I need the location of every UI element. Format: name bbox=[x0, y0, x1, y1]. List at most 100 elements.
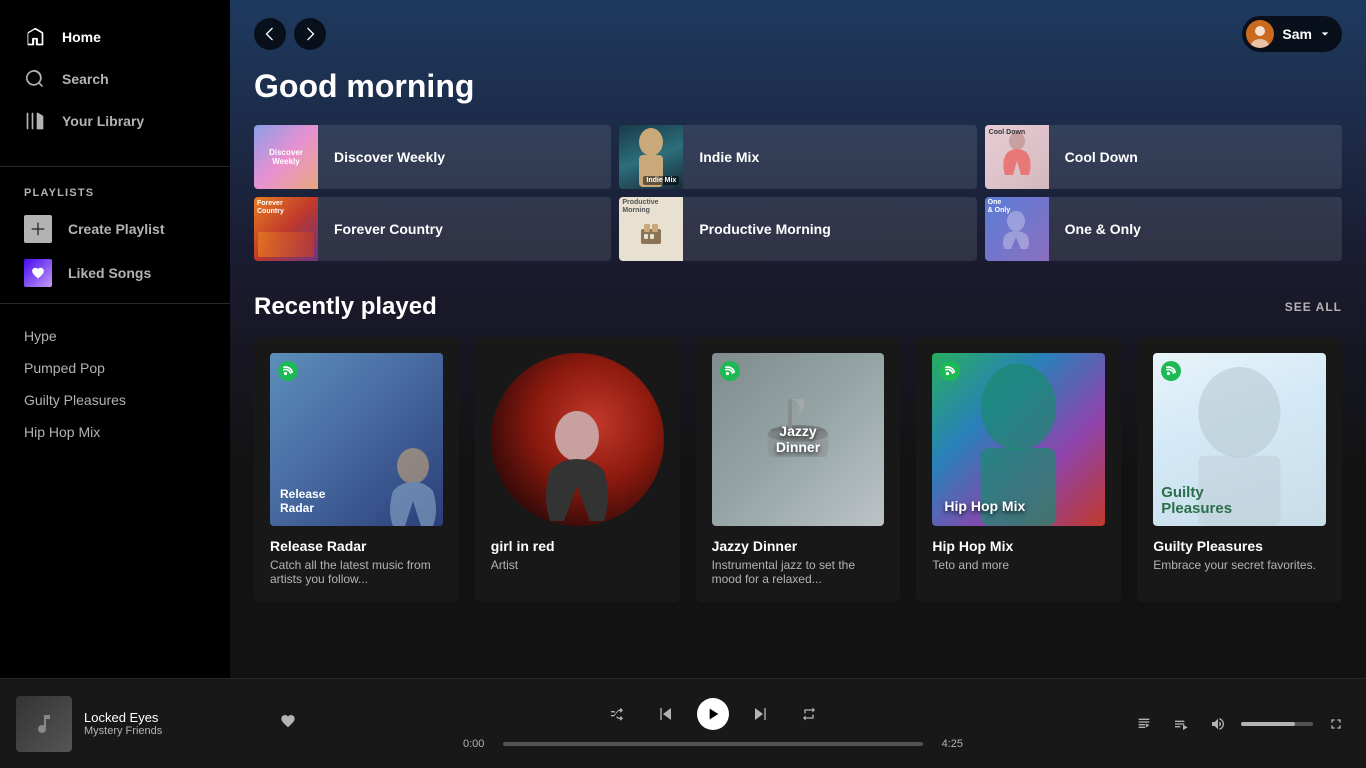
greeting-heading: Good morning bbox=[254, 68, 1342, 105]
discover-weekly-name: Discover Weekly bbox=[318, 149, 461, 165]
progress-bar-wrap: 0:00 4:25 bbox=[463, 738, 963, 750]
liked-songs-icon bbox=[24, 259, 52, 287]
create-playlist-icon bbox=[24, 215, 52, 243]
indie-mix-name: Indie Mix bbox=[683, 149, 775, 165]
guilty-pleasures-subtitle: Embrace your secret favorites. bbox=[1153, 558, 1326, 572]
home-icon bbox=[24, 26, 46, 48]
liked-songs-item[interactable]: Liked Songs bbox=[0, 251, 230, 295]
lyrics-button[interactable] bbox=[1130, 708, 1159, 740]
shuffle-button[interactable] bbox=[601, 698, 633, 730]
forward-button[interactable] bbox=[294, 18, 326, 50]
volume-button[interactable] bbox=[1204, 708, 1233, 740]
one-only-thumb: One& Only bbox=[985, 197, 1049, 261]
hip-hop-mix-title: Hip Hop Mix bbox=[932, 538, 1105, 554]
create-playlist-item[interactable]: Create Playlist bbox=[0, 207, 230, 251]
current-time: 0:00 bbox=[463, 738, 495, 750]
chevron-down-icon bbox=[1320, 29, 1330, 39]
featured-item-cool-down[interactable]: Cool Down Cool Down bbox=[985, 125, 1342, 189]
productive-morning-thumb: ProductiveMorning bbox=[619, 197, 683, 261]
back-button[interactable] bbox=[254, 18, 286, 50]
player-artist: Mystery Friends bbox=[84, 725, 268, 737]
repeat-button[interactable] bbox=[793, 698, 825, 730]
recently-played-header: Recently played SEE ALL bbox=[254, 293, 1342, 321]
indie-mix-thumb: Indie Mix bbox=[619, 125, 683, 189]
player-center: 0:00 4:25 bbox=[296, 698, 1130, 750]
content-area: Good morning Discover Weekly Discover We… bbox=[230, 68, 1366, 626]
recently-played-grid: ReleaseRadar Release Radar Catch all the… bbox=[254, 337, 1342, 602]
jazzy-dinner-badge bbox=[720, 361, 740, 386]
volume-fill bbox=[1241, 722, 1295, 726]
app-layout: Home Search Your Library PLAYLISTS Cre bbox=[0, 0, 1366, 678]
play-pause-button[interactable] bbox=[697, 698, 729, 730]
playlists-section-label: PLAYLISTS bbox=[0, 175, 230, 207]
girl-in-red-title: girl in red bbox=[491, 538, 664, 554]
featured-playlist-grid: Discover Weekly Discover Weekly bbox=[254, 125, 1342, 261]
guilty-pleasures-title: Guilty Pleasures bbox=[1153, 538, 1326, 554]
search-icon bbox=[24, 68, 46, 90]
featured-item-indie-mix[interactable]: Indie Mix Indie Mix bbox=[619, 125, 976, 189]
sidebar-playlist-hip-hop-mix[interactable]: Hip Hop Mix bbox=[0, 416, 230, 448]
cool-down-name: Cool Down bbox=[1049, 149, 1154, 165]
sidebar-divider-1 bbox=[0, 166, 230, 167]
volume-bar[interactable] bbox=[1241, 722, 1313, 726]
release-radar-subtitle: Catch all the latest music from artists … bbox=[270, 558, 443, 586]
girl-in-red-subtitle: Artist bbox=[491, 558, 664, 572]
playlist-list: Hype Pumped Pop Guilty Pleasures Hip Hop… bbox=[0, 312, 230, 456]
recently-played-title: Recently played bbox=[254, 293, 437, 321]
sidebar-item-home[interactable]: Home bbox=[0, 16, 230, 58]
cool-down-thumb: Cool Down bbox=[985, 125, 1049, 189]
featured-item-one-only[interactable]: One& Only One & Only bbox=[985, 197, 1342, 261]
card-jazzy-dinner[interactable]: Jazzy Dinner Jazzy Dinner Instrumental j… bbox=[696, 337, 901, 602]
create-playlist-label: Create Playlist bbox=[68, 221, 165, 237]
queue-button[interactable] bbox=[1167, 708, 1196, 740]
jazzy-dinner-subtitle: Instrumental jazz to set the mood for a … bbox=[712, 558, 885, 586]
card-release-radar[interactable]: ReleaseRadar Release Radar Catch all the… bbox=[254, 337, 459, 602]
sidebar: Home Search Your Library PLAYLISTS Cre bbox=[0, 0, 230, 678]
top-bar: Sam bbox=[230, 0, 1366, 68]
next-button[interactable] bbox=[745, 698, 777, 730]
hip-hop-mix-badge bbox=[940, 361, 960, 386]
player-bar: Locked Eyes Mystery Friends bbox=[0, 678, 1366, 768]
library-label: Your Library bbox=[62, 113, 144, 129]
forever-country-thumb: ForeverCountry bbox=[254, 197, 318, 261]
forever-country-name: Forever Country bbox=[318, 221, 459, 237]
one-only-name: One & Only bbox=[1049, 221, 1157, 237]
sidebar-divider-2 bbox=[0, 303, 230, 304]
card-hip-hop-mix[interactable]: Hip Hop Mix Hip Hop Mix Teto and more bbox=[916, 337, 1121, 602]
jazzy-dinner-title: Jazzy Dinner bbox=[712, 538, 885, 554]
featured-item-forever-country[interactable]: ForeverCountry Forever Country bbox=[254, 197, 611, 261]
sidebar-item-search[interactable]: Search bbox=[0, 58, 230, 100]
card-girl-in-red[interactable]: girl in red Artist bbox=[475, 337, 680, 602]
sidebar-playlist-guilty-pleasures[interactable]: Guilty Pleasures bbox=[0, 384, 230, 416]
player-album-art bbox=[16, 696, 72, 752]
previous-button[interactable] bbox=[649, 698, 681, 730]
discover-weekly-thumb: Discover Weekly bbox=[254, 125, 318, 189]
sidebar-item-library[interactable]: Your Library bbox=[0, 100, 230, 142]
productive-morning-name: Productive Morning bbox=[683, 221, 846, 237]
see-all-button[interactable]: SEE ALL bbox=[1285, 300, 1342, 314]
main-content: Sam Good morning Discover Weekly bbox=[230, 0, 1366, 678]
total-time: 4:25 bbox=[931, 738, 963, 750]
like-song-button[interactable] bbox=[280, 713, 296, 734]
sidebar-nav: Home Search Your Library bbox=[0, 8, 230, 158]
fullscreen-button[interactable] bbox=[1321, 708, 1350, 740]
progress-bar[interactable] bbox=[503, 742, 923, 746]
sidebar-playlist-pumped-pop[interactable]: Pumped Pop bbox=[0, 352, 230, 384]
card-guilty-pleasures[interactable]: GuiltyPleasures Guilty Pleasures Embrace… bbox=[1137, 337, 1342, 602]
player-right bbox=[1130, 708, 1350, 740]
sidebar-playlist-hype[interactable]: Hype bbox=[0, 320, 230, 352]
player-song-title: Locked Eyes bbox=[84, 710, 268, 725]
user-menu-button[interactable]: Sam bbox=[1242, 16, 1342, 52]
featured-item-discover-weekly[interactable]: Discover Weekly Discover Weekly bbox=[254, 125, 611, 189]
release-radar-badge bbox=[278, 361, 298, 386]
guilty-pleasures-badge bbox=[1161, 361, 1181, 386]
player-song-info: Locked Eyes Mystery Friends bbox=[84, 710, 268, 737]
home-label: Home bbox=[62, 29, 101, 45]
player-left: Locked Eyes Mystery Friends bbox=[16, 696, 296, 752]
library-icon bbox=[24, 110, 46, 132]
user-avatar bbox=[1246, 20, 1274, 48]
featured-item-productive-morning[interactable]: ProductiveMorning bbox=[619, 197, 976, 261]
release-radar-title: Release Radar bbox=[270, 538, 443, 554]
nav-buttons bbox=[254, 18, 326, 50]
search-label: Search bbox=[62, 71, 109, 87]
